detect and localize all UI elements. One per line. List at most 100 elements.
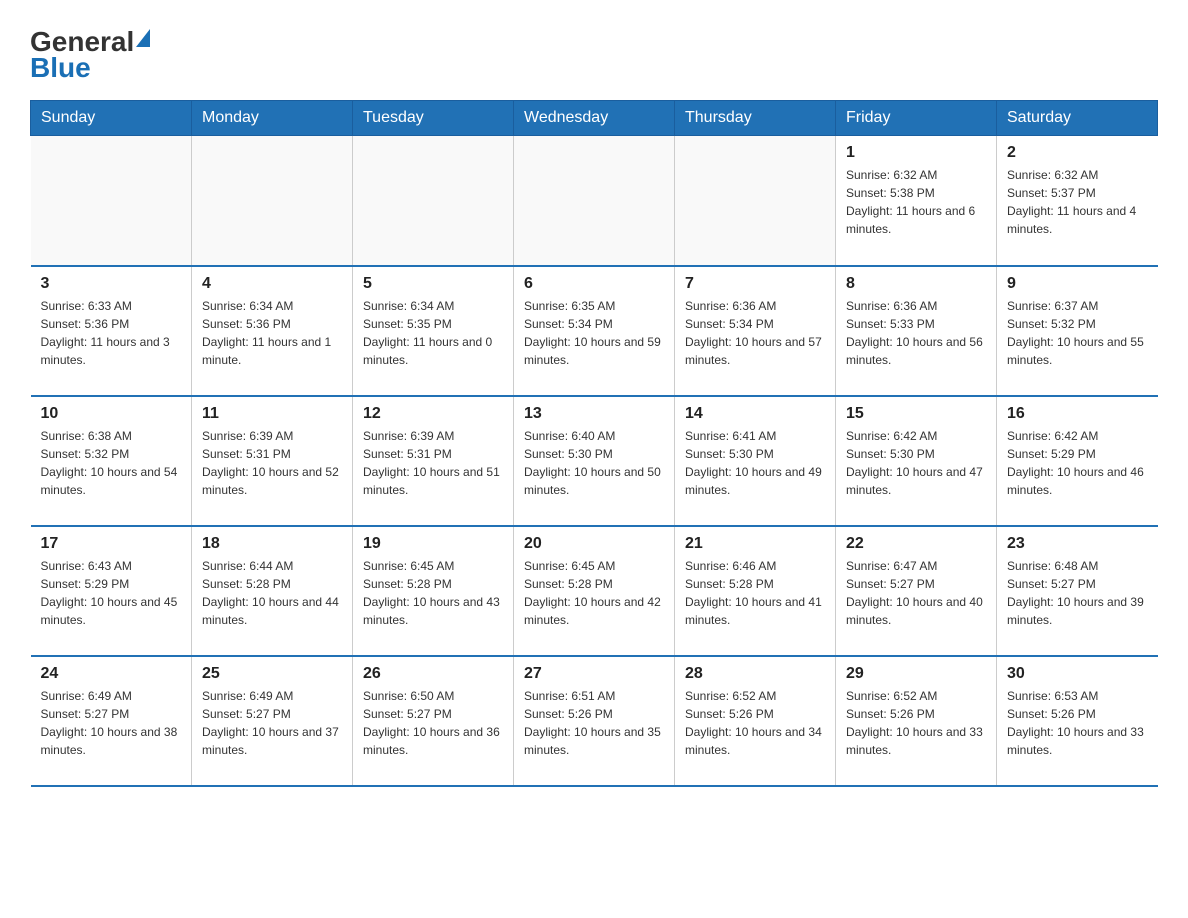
day-cell: 3 Sunrise: 6:33 AMSunset: 5:36 PMDaylight… [31,266,192,396]
day-cell: 27Sunrise: 6:51 AMSunset: 5:26 PMDayligh… [514,656,675,786]
week-row-1: 1Sunrise: 6:32 AMSunset: 5:38 PMDaylight… [31,136,1158,266]
week-row-2: 3 Sunrise: 6:33 AMSunset: 5:36 PMDaylight… [31,266,1158,396]
day-cell: 2 Sunrise: 6:32 AMSunset: 5:37 PMDaylight… [997,136,1158,266]
day-info: Sunrise: 6:34 AMSunset: 5:35 PMDaylight:… [363,297,503,369]
day-cell: 9Sunrise: 6:37 AMSunset: 5:32 PMDaylight… [997,266,1158,396]
week-row-3: 10 Sunrise: 6:38 AMSunset: 5:32 PMDayligh… [31,396,1158,526]
day-number: 12 [363,405,503,423]
weekday-header-wednesday: Wednesday [514,101,675,136]
weekday-header-row: SundayMondayTuesdayWednesdayThursdayFrid… [31,101,1158,136]
day-number: 29 [846,665,986,683]
day-cell: 7 Sunrise: 6:36 AMSunset: 5:34 PMDaylight… [675,266,836,396]
day-info: Sunrise: 6:49 AMSunset: 5:27 PMDaylight:… [41,687,182,759]
day-cell: 11 Sunrise: 6:39 AMSunset: 5:31 PMDayligh… [192,396,353,526]
day-number: 8 [846,275,986,293]
day-number: 26 [363,665,503,683]
day-info: Sunrise: 6:45 AMSunset: 5:28 PMDaylight:… [363,557,503,629]
day-cell: 12 Sunrise: 6:39 AMSunset: 5:31 PMDayligh… [353,396,514,526]
day-info: Sunrise: 6:50 AMSunset: 5:27 PMDaylight:… [363,687,503,759]
day-info: Sunrise: 6:52 AMSunset: 5:26 PMDaylight:… [846,687,986,759]
day-info: Sunrise: 6:45 AMSunset: 5:28 PMDaylight:… [524,557,664,629]
day-number: 18 [202,535,342,553]
day-cell: 30 Sunrise: 6:53 AMSunset: 5:26 PMDayligh… [997,656,1158,786]
day-info: Sunrise: 6:41 AMSunset: 5:30 PMDaylight:… [685,427,825,499]
day-info: Sunrise: 6:34 AMSunset: 5:36 PMDaylight:… [202,297,342,369]
day-info: Sunrise: 6:44 AMSunset: 5:28 PMDaylight:… [202,557,342,629]
day-cell: 8 Sunrise: 6:36 AMSunset: 5:33 PMDaylight… [836,266,997,396]
day-cell: 21 Sunrise: 6:46 AMSunset: 5:28 PMDayligh… [675,526,836,656]
day-number: 5 [363,275,503,293]
day-info: Sunrise: 6:42 AMSunset: 5:29 PMDaylight:… [1007,427,1148,499]
day-info: Sunrise: 6:47 AMSunset: 5:27 PMDaylight:… [846,557,986,629]
day-number: 27 [524,665,664,683]
day-number: 2 [1007,144,1148,162]
day-number: 7 [685,275,825,293]
day-cell: 22Sunrise: 6:47 AMSunset: 5:27 PMDayligh… [836,526,997,656]
day-number: 4 [202,275,342,293]
day-cell: 5 Sunrise: 6:34 AMSunset: 5:35 PMDaylight… [353,266,514,396]
logo-triangle-icon [136,29,150,47]
day-number: 21 [685,535,825,553]
day-info: Sunrise: 6:53 AMSunset: 5:26 PMDaylight:… [1007,687,1148,759]
day-info: Sunrise: 6:52 AMSunset: 5:26 PMDaylight:… [685,687,825,759]
day-cell: 16 Sunrise: 6:42 AMSunset: 5:29 PMDayligh… [997,396,1158,526]
week-row-5: 24 Sunrise: 6:49 AMSunset: 5:27 PMDayligh… [31,656,1158,786]
day-info: Sunrise: 6:48 AMSunset: 5:27 PMDaylight:… [1007,557,1148,629]
day-number: 13 [524,405,664,423]
day-cell: 4 Sunrise: 6:34 AMSunset: 5:36 PMDaylight… [192,266,353,396]
day-cell: 26 Sunrise: 6:50 AMSunset: 5:27 PMDayligh… [353,656,514,786]
weekday-header-sunday: Sunday [31,101,192,136]
day-number: 9 [1007,275,1148,293]
day-number: 3 [41,275,182,293]
day-cell: 20 Sunrise: 6:45 AMSunset: 5:28 PMDayligh… [514,526,675,656]
weekday-header-tuesday: Tuesday [353,101,514,136]
day-cell: 10 Sunrise: 6:38 AMSunset: 5:32 PMDayligh… [31,396,192,526]
day-info: Sunrise: 6:42 AMSunset: 5:30 PMDaylight:… [846,427,986,499]
day-cell [353,136,514,266]
day-number: 15 [846,405,986,423]
day-info: Sunrise: 6:38 AMSunset: 5:32 PMDaylight:… [41,427,182,499]
day-cell: 13 Sunrise: 6:40 AMSunset: 5:30 PMDayligh… [514,396,675,526]
day-number: 1 [846,144,986,162]
day-number: 23 [1007,535,1148,553]
day-number: 11 [202,405,342,423]
day-number: 25 [202,665,342,683]
day-info: Sunrise: 6:46 AMSunset: 5:28 PMDaylight:… [685,557,825,629]
day-info: Sunrise: 6:43 AMSunset: 5:29 PMDaylight:… [41,557,182,629]
day-cell: 17 Sunrise: 6:43 AMSunset: 5:29 PMDayligh… [31,526,192,656]
day-cell: 29 Sunrise: 6:52 AMSunset: 5:26 PMDayligh… [836,656,997,786]
day-cell: 15 Sunrise: 6:42 AMSunset: 5:30 PMDayligh… [836,396,997,526]
day-info: Sunrise: 6:35 AMSunset: 5:34 PMDaylight:… [524,297,664,369]
day-info: Sunrise: 6:33 AMSunset: 5:36 PMDaylight:… [41,297,182,369]
day-number: 24 [41,665,182,683]
weekday-header-saturday: Saturday [997,101,1158,136]
day-info: Sunrise: 6:40 AMSunset: 5:30 PMDaylight:… [524,427,664,499]
day-cell [31,136,192,266]
day-number: 19 [363,535,503,553]
day-number: 14 [685,405,825,423]
logo: General Blue [30,28,150,84]
day-number: 16 [1007,405,1148,423]
header: General Blue [30,20,1158,84]
day-number: 30 [1007,665,1148,683]
day-info: Sunrise: 6:39 AMSunset: 5:31 PMDaylight:… [202,427,342,499]
day-info: Sunrise: 6:49 AMSunset: 5:27 PMDaylight:… [202,687,342,759]
day-number: 10 [41,405,182,423]
day-cell: 23 Sunrise: 6:48 AMSunset: 5:27 PMDayligh… [997,526,1158,656]
week-row-4: 17 Sunrise: 6:43 AMSunset: 5:29 PMDayligh… [31,526,1158,656]
day-info: Sunrise: 6:36 AMSunset: 5:33 PMDaylight:… [846,297,986,369]
day-cell: 6Sunrise: 6:35 AMSunset: 5:34 PMDaylight… [514,266,675,396]
day-cell: 25 Sunrise: 6:49 AMSunset: 5:27 PMDayligh… [192,656,353,786]
day-info: Sunrise: 6:32 AMSunset: 5:37 PMDaylight:… [1007,166,1148,238]
day-cell: 28 Sunrise: 6:52 AMSunset: 5:26 PMDayligh… [675,656,836,786]
day-number: 20 [524,535,664,553]
day-cell: 1Sunrise: 6:32 AMSunset: 5:38 PMDaylight… [836,136,997,266]
day-cell: 24 Sunrise: 6:49 AMSunset: 5:27 PMDayligh… [31,656,192,786]
day-info: Sunrise: 6:36 AMSunset: 5:34 PMDaylight:… [685,297,825,369]
day-cell: 14 Sunrise: 6:41 AMSunset: 5:30 PMDayligh… [675,396,836,526]
day-number: 28 [685,665,825,683]
weekday-header-thursday: Thursday [675,101,836,136]
day-info: Sunrise: 6:39 AMSunset: 5:31 PMDaylight:… [363,427,503,499]
day-number: 17 [41,535,182,553]
day-cell [675,136,836,266]
